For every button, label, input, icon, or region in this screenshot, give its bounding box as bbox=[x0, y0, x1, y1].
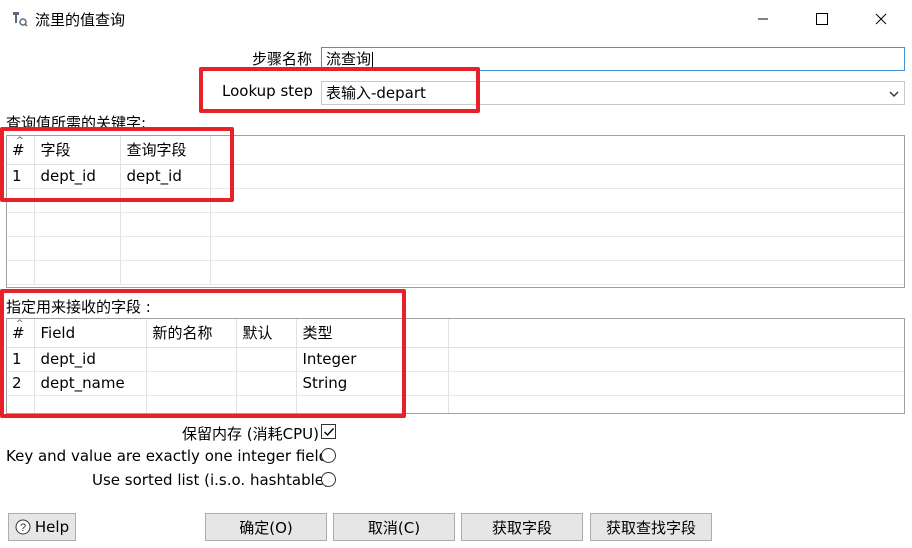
close-button[interactable] bbox=[858, 0, 904, 38]
table-cell[interactable] bbox=[236, 347, 297, 372]
sort-caret-icon: ^ bbox=[16, 136, 24, 146]
ok-button-label: 确定(O) bbox=[239, 518, 293, 537]
column-header[interactable]: 类型 bbox=[296, 319, 449, 348]
sorted-list-label: Use sorted list (i.s.o. hashtable) bbox=[92, 471, 330, 489]
table-row-empty bbox=[7, 395, 904, 413]
app-icon bbox=[12, 11, 28, 27]
table-cell[interactable]: dept_id bbox=[34, 164, 121, 189]
step-name-input[interactable]: 流查询 bbox=[321, 47, 905, 71]
column-header[interactable]: 查询字段 bbox=[120, 136, 211, 165]
table-cell[interactable]: Integer bbox=[296, 347, 449, 372]
table-row[interactable]: 2 dept_name String bbox=[7, 371, 904, 396]
row-number: 1 bbox=[7, 347, 35, 372]
get-lookup-fields-button-label: 获取查找字段 bbox=[605, 518, 696, 537]
sorted-list-radio[interactable] bbox=[321, 472, 336, 487]
table-cell bbox=[210, 164, 904, 189]
lookup-step-select[interactable]: 表输入-depart bbox=[321, 81, 905, 105]
get-fields-button-label: 获取字段 bbox=[491, 518, 552, 537]
cancel-button-label: 取消(C) bbox=[367, 518, 421, 537]
row-number: 2 bbox=[7, 371, 35, 396]
integer-pair-radio[interactable] bbox=[321, 448, 336, 463]
keys-grid-header: # 字段 查询字段 bbox=[7, 136, 904, 165]
table-cell[interactable]: dept_name bbox=[34, 371, 147, 396]
window-title: 流里的值查询 bbox=[35, 11, 126, 29]
table-cell bbox=[448, 347, 904, 372]
table-row-empty bbox=[7, 236, 904, 261]
table-row-empty bbox=[7, 212, 904, 237]
ok-button[interactable]: 确定(O) bbox=[205, 513, 327, 541]
lookup-step-label: Lookup step bbox=[222, 82, 313, 100]
title-bar: 流里的值查询 bbox=[0, 0, 912, 38]
table-row[interactable]: 1 dept_id Integer bbox=[7, 347, 904, 372]
integer-pair-label: Key and value are exactly one integer fi… bbox=[6, 447, 329, 465]
table-cell[interactable] bbox=[146, 371, 237, 396]
lookup-step-value: 表输入-depart bbox=[326, 84, 426, 102]
fields-grid-header: # Field 新的名称 默认 类型 bbox=[7, 319, 904, 348]
table-cell[interactable] bbox=[146, 347, 237, 372]
table-cell[interactable]: dept_id bbox=[120, 164, 211, 189]
preserve-memory-label: 保留内存 (消耗CPU) bbox=[182, 425, 319, 443]
row-number: 1 bbox=[7, 164, 35, 189]
step-name-value: 流查询 bbox=[326, 50, 372, 68]
maximize-icon bbox=[816, 13, 828, 25]
close-icon bbox=[875, 13, 887, 25]
column-header[interactable]: 默认 bbox=[236, 319, 297, 348]
keys-section-label: 查询值所需的关键字: bbox=[6, 114, 147, 132]
fields-grid[interactable]: # Field 新的名称 默认 类型 1 dept_id Integer 2 d… bbox=[6, 318, 905, 414]
preserve-memory-checkbox[interactable] bbox=[321, 424, 336, 439]
keys-grid[interactable]: # 字段 查询字段 1 dept_id dept_id ^ bbox=[6, 135, 905, 288]
table-cell[interactable]: dept_id bbox=[34, 347, 147, 372]
column-header[interactable]: 新的名称 bbox=[146, 319, 237, 348]
column-header-empty bbox=[448, 319, 904, 348]
column-header[interactable]: Field bbox=[34, 319, 147, 348]
svg-text:?: ? bbox=[20, 522, 26, 534]
help-button-label: Help bbox=[34, 518, 70, 536]
chevron-down-icon[interactable] bbox=[888, 85, 900, 107]
help-button[interactable]: ? Help bbox=[8, 513, 76, 541]
table-row[interactable]: 1 dept_id dept_id bbox=[7, 164, 904, 189]
cancel-button[interactable]: 取消(C) bbox=[333, 513, 455, 541]
column-header[interactable]: 字段 bbox=[34, 136, 121, 165]
table-cell[interactable]: String bbox=[296, 371, 449, 396]
step-name-label: 步骤名称 bbox=[252, 50, 313, 68]
table-cell[interactable] bbox=[236, 371, 297, 396]
checkmark-icon bbox=[323, 427, 334, 436]
help-icon: ? bbox=[15, 519, 31, 535]
maximize-button[interactable] bbox=[799, 0, 845, 38]
minimize-button[interactable] bbox=[740, 0, 786, 38]
table-row-empty bbox=[7, 260, 904, 285]
table-row-empty bbox=[7, 188, 904, 213]
get-fields-button[interactable]: 获取字段 bbox=[461, 513, 583, 541]
get-lookup-fields-button[interactable]: 获取查找字段 bbox=[590, 513, 712, 541]
sort-caret-icon: ^ bbox=[16, 319, 24, 329]
text-cursor bbox=[372, 51, 374, 68]
minimize-icon bbox=[758, 18, 768, 20]
column-header-empty bbox=[210, 136, 904, 165]
table-cell bbox=[448, 371, 904, 396]
fields-section-label: 指定用来接收的字段 : bbox=[6, 298, 151, 316]
